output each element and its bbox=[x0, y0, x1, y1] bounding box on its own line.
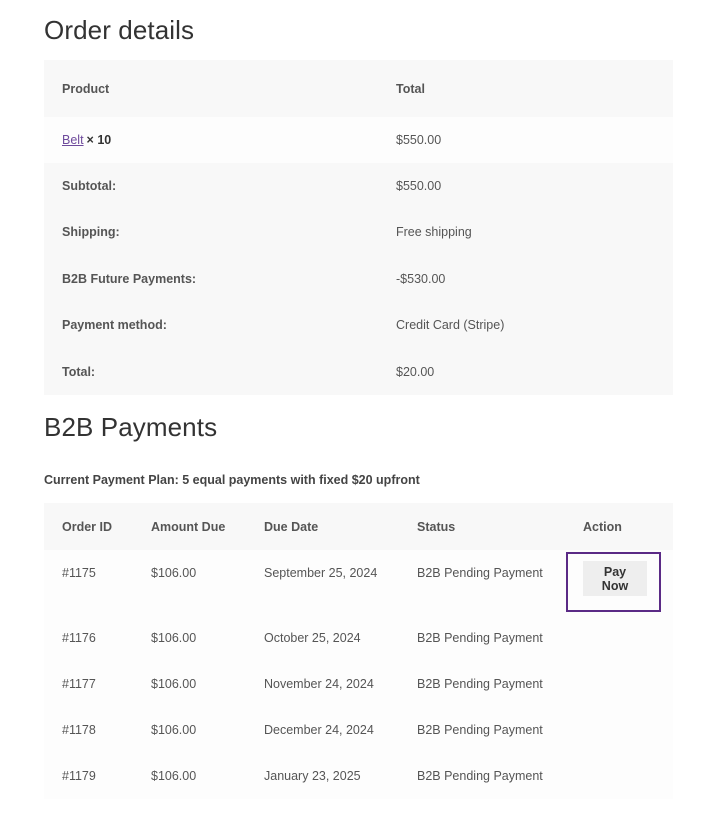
order-header-row: Product Total bbox=[44, 60, 673, 117]
order-details-table: Product Total Belt × 10 $550.00 Subtotal… bbox=[44, 60, 673, 395]
status-cell: B2B Pending Payment bbox=[417, 677, 543, 691]
amount-cell: $106.00 bbox=[151, 769, 197, 783]
shipping-row: Shipping: Free shipping bbox=[44, 209, 673, 255]
payments-header-row: Order ID Amount Due Due Date Status Acti… bbox=[44, 503, 673, 550]
payment-row: #1178 $106.00 December 24, 2024 B2B Pend… bbox=[44, 707, 673, 753]
order-id-cell: #1179 bbox=[62, 769, 96, 783]
product-row: Belt × 10 $550.00 bbox=[44, 117, 673, 163]
payment-method-label: Payment method: bbox=[62, 318, 167, 332]
amount-cell: $106.00 bbox=[151, 566, 197, 580]
amount-due-header: Amount Due bbox=[151, 519, 226, 534]
product-cell: Belt × 10 bbox=[62, 117, 111, 163]
future-payments-value: -$530.00 bbox=[396, 271, 446, 286]
shipping-value: Free shipping bbox=[396, 225, 472, 239]
action-header: Action bbox=[583, 519, 622, 534]
shipping-label: Shipping: bbox=[62, 225, 120, 239]
status-cell: B2B Pending Payment bbox=[417, 566, 543, 580]
payment-row: #1175 $106.00 September 25, 2024 B2B Pen… bbox=[44, 550, 673, 614]
payment-method-value: Credit Card (Stripe) bbox=[396, 318, 505, 332]
status-cell: B2B Pending Payment bbox=[417, 723, 543, 737]
subtotal-row: Subtotal: $550.00 bbox=[44, 163, 673, 209]
pay-now-button[interactable]: Pay Now bbox=[583, 561, 647, 596]
product-quantity: × 10 bbox=[86, 133, 112, 147]
amount-cell: $106.00 bbox=[151, 630, 197, 645]
payment-plan-text: Current Payment Plan: 5 equal payments w… bbox=[44, 473, 420, 487]
order-id-cell: #1177 bbox=[62, 677, 96, 691]
subtotal-label: Subtotal: bbox=[62, 179, 117, 193]
b2b-payments-title: B2B Payments bbox=[44, 412, 218, 442]
order-id-cell: #1178 bbox=[62, 723, 96, 737]
total-label: Total: bbox=[62, 364, 96, 379]
total-header: Total bbox=[396, 81, 425, 96]
due-date-cell: December 24, 2024 bbox=[264, 723, 374, 737]
status-cell: B2B Pending Payment bbox=[417, 769, 543, 783]
payment-row: #1176 $106.00 October 25, 2024 B2B Pendi… bbox=[44, 614, 673, 661]
status-header: Status bbox=[417, 519, 456, 534]
status-cell: B2B Pending Payment bbox=[417, 630, 543, 645]
order-id-header: Order ID bbox=[62, 519, 113, 534]
order-id-cell: #1176 bbox=[62, 630, 96, 645]
subtotal-value: $550.00 bbox=[396, 179, 442, 193]
payment-method-row: Payment method: Credit Card (Stripe) bbox=[44, 302, 673, 348]
due-date-cell: November 24, 2024 bbox=[264, 677, 374, 691]
total-value: $20.00 bbox=[396, 364, 435, 379]
due-date-cell: September 25, 2024 bbox=[264, 566, 378, 580]
future-payments-label: B2B Future Payments: bbox=[62, 271, 197, 286]
payment-row: #1179 $106.00 January 23, 2025 B2B Pendi… bbox=[44, 753, 673, 799]
b2b-payments-table: Order ID Amount Due Due Date Status Acti… bbox=[44, 503, 673, 799]
order-details-title: Order details bbox=[44, 15, 195, 45]
due-date-cell: January 23, 2025 bbox=[264, 769, 361, 783]
order-id-cell: #1175 bbox=[62, 566, 96, 580]
due-date-cell: October 25, 2024 bbox=[264, 630, 361, 645]
payment-row: #1177 $106.00 November 24, 2024 B2B Pend… bbox=[44, 661, 673, 707]
amount-cell: $106.00 bbox=[151, 677, 197, 691]
product-total: $550.00 bbox=[396, 133, 442, 147]
total-row: Total: $20.00 bbox=[44, 348, 673, 395]
amount-cell: $106.00 bbox=[151, 723, 197, 737]
future-payments-row: B2B Future Payments: -$530.00 bbox=[44, 255, 673, 302]
product-header: Product bbox=[62, 81, 110, 96]
due-date-header: Due Date bbox=[264, 519, 319, 534]
product-link[interactable]: Belt bbox=[62, 133, 84, 147]
